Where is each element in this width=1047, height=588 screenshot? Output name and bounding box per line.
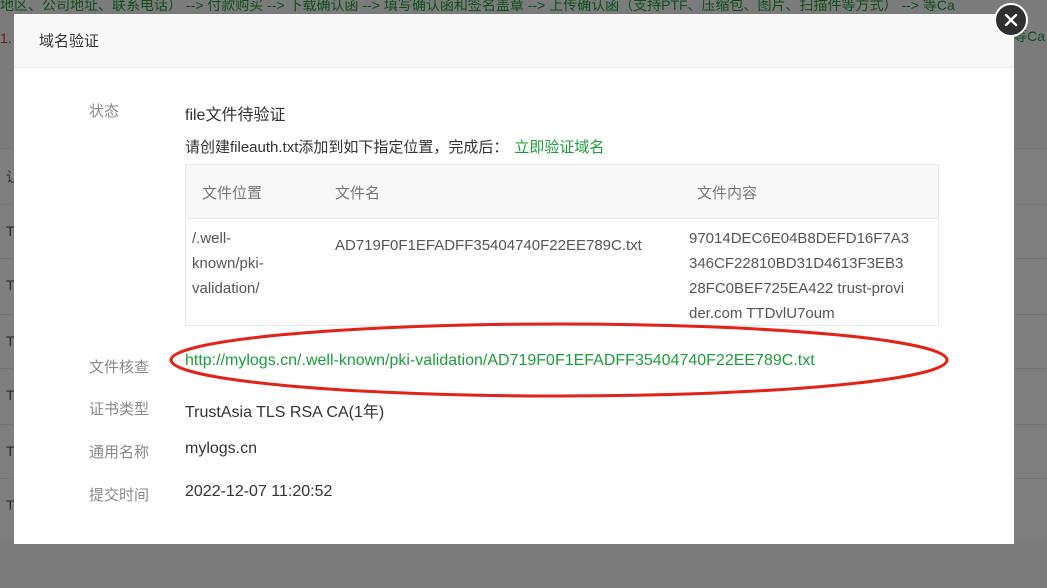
cert-type-label: 证书类型 — [89, 401, 150, 418]
verify-domain-link[interactable]: 立即验证域名 — [514, 139, 604, 156]
header-filename: 文件名 — [335, 185, 381, 202]
submit-time-label: 提交时间 — [89, 487, 150, 504]
file-check-label: 文件核查 — [89, 359, 150, 376]
domain-verification-dialog: 域名验证 状态 file文件待验证 请创建fileauth.txt添加到如下指定… — [14, 14, 1014, 544]
dialog-header: 域名验证 — [14, 14, 1014, 68]
common-name-value: mylogs.cn — [185, 440, 258, 457]
cell-content[interactable]: 97014DEC6E04B8DEFD16F7A3 346CF22810BD31D… — [689, 226, 909, 326]
instruction-text: 请创建fileauth.txt添加到如下指定位置，完成后： 立即验证域名 — [185, 139, 605, 156]
header-location: 文件位置 — [202, 185, 263, 202]
table-header: 文件位置 文件名 文件内容 — [186, 165, 938, 219]
dialog-title: 域名验证 — [39, 33, 100, 50]
status-value: file文件待验证 — [185, 107, 286, 124]
cell-filename[interactable]: AD719F0F1EFADFF35404740F22EE789C.txt — [335, 233, 642, 258]
cert-type-value: TrustAsia TLS RSA CA(1年) — [185, 404, 385, 421]
cell-location[interactable]: /.well- known/pki- validation/ — [192, 226, 264, 301]
common-name-label: 通用名称 — [89, 444, 150, 461]
file-table: 文件位置 文件名 文件内容 /.well- known/pki- validat… — [185, 164, 939, 326]
status-label: 状态 — [89, 103, 120, 120]
header-content: 文件内容 — [697, 185, 758, 202]
file-check-url-link[interactable]: http://mylogs.cn/.well-known/pki-validat… — [185, 352, 815, 370]
close-icon — [1004, 13, 1018, 27]
submit-time-value: 2022-12-07 11:20:52 — [185, 483, 333, 500]
close-button[interactable] — [994, 3, 1028, 37]
